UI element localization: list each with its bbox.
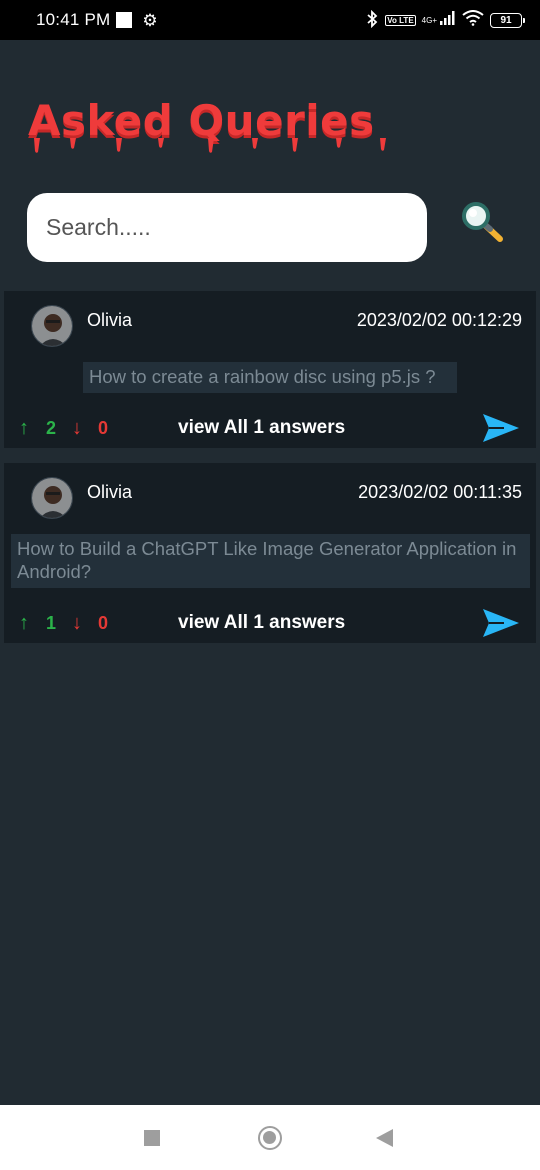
send-icon — [483, 609, 519, 637]
gear-icon: ⚙ — [142, 10, 158, 30]
query-card[interactable]: Olivia 2023/02/02 00:11:35 How to Build … — [4, 463, 536, 643]
send-icon — [483, 414, 519, 442]
username: Olivia — [87, 310, 133, 330]
send-button[interactable] — [482, 412, 520, 444]
volte-icon: Vo LTE — [385, 14, 416, 26]
home-button[interactable] — [258, 1126, 282, 1150]
upvote-count: 2 — [46, 417, 57, 438]
view-answers-link[interactable]: view All 1 answers — [178, 612, 345, 634]
search-input[interactable] — [27, 193, 427, 262]
down-arrow-icon[interactable]: ↓ — [72, 612, 82, 635]
downvote-count: 0 — [98, 612, 109, 633]
timestamp: 2023/02/02 00:11:35 — [358, 482, 522, 502]
wifi-icon — [462, 9, 484, 31]
back-button[interactable] — [376, 1129, 393, 1147]
status-icons: Vo LTE 4G+ 91 — [365, 9, 525, 31]
down-arrow-icon[interactable]: ↓ — [72, 417, 82, 440]
system-nav-bar — [0, 1105, 540, 1170]
up-arrow-icon[interactable]: ↑ — [19, 612, 29, 635]
card-footer: ↑ 1 ↓ 0 view All 1 answers — [4, 608, 536, 638]
battery-icon: 91 — [490, 12, 525, 28]
avatar — [31, 477, 73, 519]
query-card[interactable]: Olivia 2023/02/02 00:12:29 How to create… — [4, 291, 536, 448]
view-answers-link[interactable]: view All 1 answers — [178, 417, 345, 439]
magnifier-icon — [462, 202, 503, 242]
battery-level: 91 — [500, 14, 512, 26]
recents-button[interactable] — [144, 1130, 160, 1146]
send-button[interactable] — [482, 607, 520, 639]
timestamp: 2023/02/02 00:12:29 — [356, 310, 522, 330]
avatar — [31, 305, 73, 347]
username: Olivia — [87, 482, 133, 502]
bluetooth-icon — [365, 9, 379, 31]
network-type-label: 4G+ — [421, 15, 437, 25]
status-bar: 10:41 PM ⚙ Vo LTE 4G+ 91 — [0, 0, 540, 40]
upvote-count: 1 — [46, 612, 57, 633]
notification-square-icon — [116, 12, 133, 28]
question-text: How to Build a ChatGPT Like Image Genera… — [11, 534, 530, 588]
signal-icon — [440, 10, 456, 30]
status-time: 10:41 PM — [36, 10, 111, 29]
card-footer: ↑ 2 ↓ 0 view All 1 answers — [4, 413, 536, 443]
up-arrow-icon[interactable]: ↑ — [19, 417, 29, 440]
downvote-count: 0 — [98, 417, 109, 438]
question-text: How to create a rainbow disc using p5.js… — [83, 362, 457, 393]
title-drip-decoration — [34, 138, 386, 153]
search-button[interactable] — [460, 200, 506, 246]
